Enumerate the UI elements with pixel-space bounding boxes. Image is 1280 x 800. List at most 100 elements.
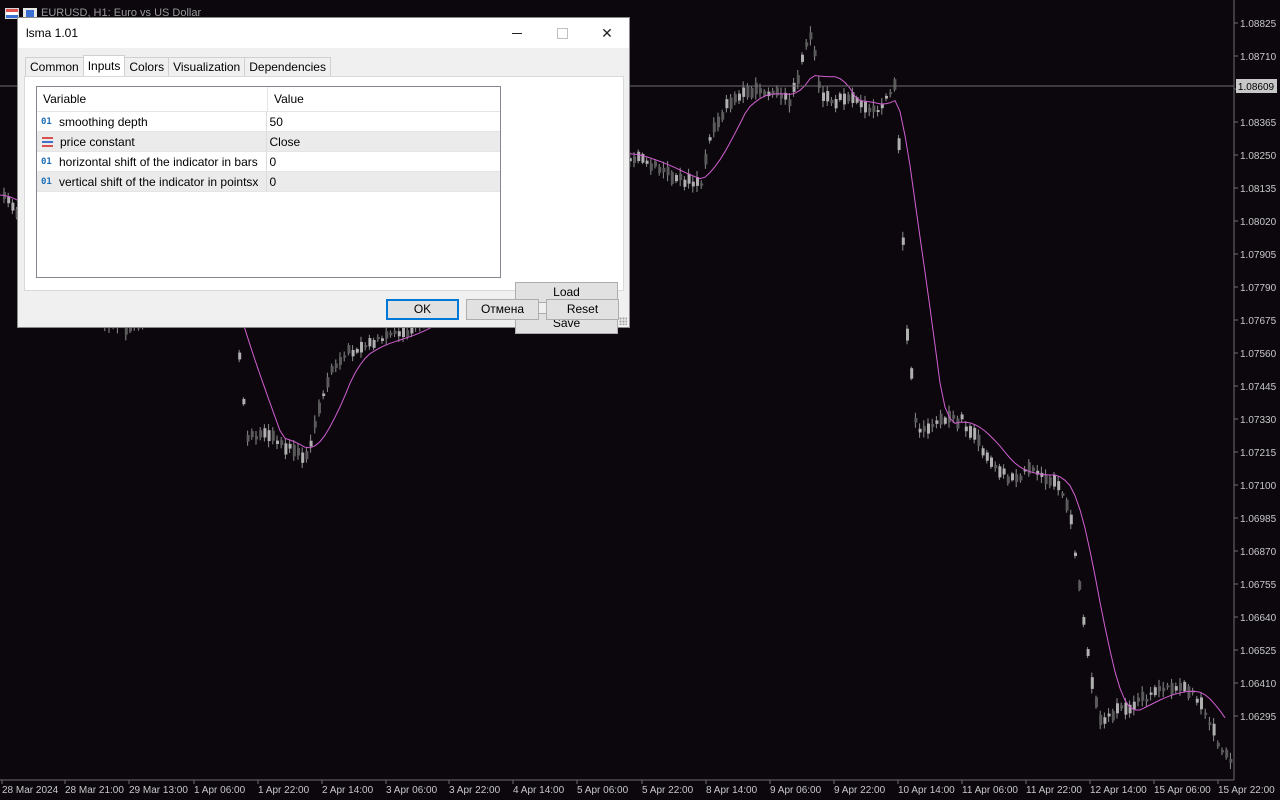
price-label: 1.06640: [1240, 613, 1277, 624]
maximize-button[interactable]: [539, 18, 585, 48]
minimize-icon: [512, 32, 522, 34]
tab-visualization[interactable]: Visualization: [168, 57, 246, 76]
tab-common[interactable]: Common: [25, 57, 84, 76]
candle-body: [872, 105, 876, 113]
candle-body: [1221, 750, 1224, 753]
candle-body: [1111, 711, 1115, 721]
price-label: 1.08365: [1240, 118, 1277, 129]
header-variable[interactable]: Variable: [37, 87, 268, 111]
candle-body: [969, 426, 972, 438]
candle-body: [276, 440, 279, 444]
tab-dependencies[interactable]: Dependencies: [244, 57, 331, 76]
ok-button[interactable]: OK: [386, 299, 459, 320]
time-label: 11 Apr 06:00: [962, 785, 1018, 796]
inputs-panel: Variable Value 01 smoothing depth 50 pric…: [24, 76, 624, 334]
candle-body: [645, 160, 649, 164]
candle-body: [964, 426, 968, 432]
candle-body: [935, 420, 939, 424]
time-label: 29 Mar 13:00: [129, 785, 188, 796]
candle-body: [712, 122, 716, 133]
candle-body: [813, 50, 817, 57]
integer-icon: 01: [41, 116, 52, 127]
candle-body: [1195, 698, 1199, 703]
reset-button[interactable]: Reset: [546, 299, 619, 320]
candle-body: [322, 393, 326, 397]
candle-body: [1204, 712, 1208, 715]
price-label: 1.08710: [1240, 52, 1277, 63]
candle-body: [914, 418, 918, 423]
candle-body: [1153, 687, 1157, 696]
dialog-titlebar[interactable]: lsma 1.01 ✕: [18, 18, 629, 48]
tab-colors[interactable]: Colors: [124, 57, 170, 76]
cancel-button[interactable]: Отмена: [466, 299, 539, 320]
candle-body: [393, 330, 397, 334]
candle-body: [11, 202, 15, 211]
candle-body: [675, 175, 678, 182]
candle-body: [1078, 581, 1082, 590]
candle-body: [1002, 468, 1006, 475]
candle-body: [733, 94, 737, 103]
candle-body: [347, 345, 351, 354]
value-cell[interactable]: 0: [267, 172, 500, 191]
candle-body: [939, 413, 943, 425]
candle-body: [885, 95, 888, 99]
tab-inputs[interactable]: Inputs: [82, 55, 126, 76]
candle-body: [301, 452, 305, 463]
variable-name: horizontal shift of the indicator in bar…: [59, 154, 258, 169]
candle-body: [1216, 742, 1220, 747]
variable-name: vertical shift of the indicator in point…: [59, 174, 259, 189]
candle-body: [397, 331, 401, 337]
variable-cell: 01 vertical shift of the indicator in poi…: [37, 172, 267, 191]
value-cell[interactable]: 0: [267, 152, 500, 171]
candle-body: [1200, 697, 1203, 710]
candle-body: [364, 345, 368, 348]
candle-body: [339, 356, 342, 365]
price-axis: 1.088251.087101.084801.083651.082501.081…: [1234, 19, 1277, 723]
time-label: 5 Apr 22:00: [642, 785, 694, 796]
input-row-price-constant[interactable]: price constant Close: [37, 132, 500, 152]
time-label: 4 Apr 14:00: [513, 785, 565, 796]
candle-body: [985, 452, 989, 461]
candle-body: [868, 107, 872, 113]
candle-body: [1069, 514, 1073, 525]
close-icon: ✕: [601, 24, 613, 41]
candle-body: [843, 93, 846, 105]
candle-body: [717, 116, 720, 128]
candle-body: [721, 112, 725, 120]
price-label: 1.08825: [1240, 19, 1277, 30]
maximize-icon: [556, 27, 568, 39]
candle-body: [834, 98, 838, 109]
candle-body: [1103, 717, 1107, 724]
price-label: 1.07560: [1240, 349, 1277, 360]
current-price-marker: 1.08609: [1236, 79, 1277, 93]
candle-body: [1011, 473, 1014, 481]
candle-body: [1145, 698, 1149, 702]
header-value[interactable]: Value: [268, 87, 500, 111]
time-label: 15 Apr 22:00: [1218, 785, 1275, 796]
candle-body: [906, 328, 909, 341]
candle-body: [1170, 683, 1174, 695]
candle-body: [1019, 475, 1023, 481]
input-row-vertical-shift[interactable]: 01 vertical shift of the indicator in poi…: [37, 172, 500, 192]
value-cell[interactable]: 50: [267, 112, 500, 131]
candle-body: [1044, 475, 1048, 485]
value-cell[interactable]: Close: [267, 132, 500, 151]
candle-body: [796, 75, 800, 84]
candle-body: [889, 92, 893, 95]
candle-body: [1174, 686, 1178, 691]
input-row-smoothing-depth[interactable]: 01 smoothing depth 50: [37, 112, 500, 132]
candle-body: [355, 348, 359, 353]
resize-grip-icon[interactable]: [619, 317, 627, 325]
minimize-button[interactable]: [494, 18, 540, 48]
price-label: 1.08135: [1240, 184, 1277, 195]
candle-body: [1006, 476, 1010, 484]
close-button[interactable]: ✕: [584, 18, 630, 48]
input-row-horizontal-shift[interactable]: 01 horizontal shift of the indicator in b…: [37, 152, 500, 172]
candle-body: [1082, 616, 1086, 625]
time-label: 12 Apr 14:00: [1090, 785, 1147, 796]
candle-body: [1116, 703, 1119, 714]
price-label: 1.07445: [1240, 382, 1277, 393]
candle-body: [326, 377, 330, 388]
tab-bar: Common Inputs Colors Visualization Depen…: [25, 55, 331, 76]
variable-cell: price constant: [37, 132, 267, 151]
